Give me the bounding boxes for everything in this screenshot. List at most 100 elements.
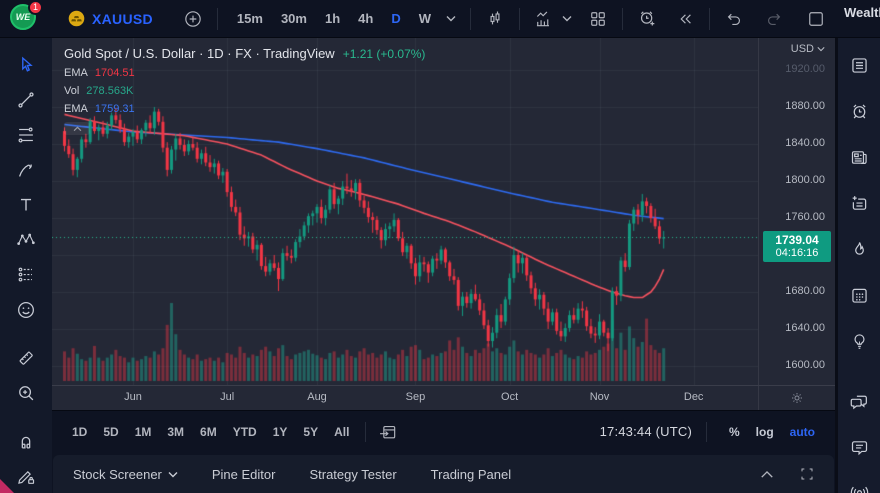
- currency-selector[interactable]: USD: [791, 43, 825, 55]
- scales-settings-button[interactable]: [758, 386, 835, 410]
- log-scale-button[interactable]: log: [748, 421, 782, 443]
- lightbulb-icon: [849, 331, 870, 352]
- watchlist-button[interactable]: [842, 48, 876, 82]
- volume-label[interactable]: Vol: [64, 85, 79, 97]
- stock-screener-tab[interactable]: Stock Screener: [73, 467, 178, 482]
- range-5d-button[interactable]: 5D: [95, 420, 126, 444]
- time-axis-month-label: Jul: [220, 391, 234, 403]
- price-tick-label: 1800.00: [785, 174, 825, 186]
- zoom-in-tool-button[interactable]: [8, 376, 44, 410]
- volume-legend-row[interactable]: Vol 278.563K: [64, 85, 425, 97]
- sun-icon: [789, 390, 805, 406]
- fullscreen-panel-button[interactable]: [794, 461, 820, 487]
- volume-value: 278.563K: [86, 85, 133, 97]
- bar-replay-button[interactable]: [671, 5, 699, 33]
- create-alert-button[interactable]: [633, 5, 661, 33]
- ideas-button[interactable]: [842, 324, 876, 358]
- range-1d-button[interactable]: 1D: [64, 420, 95, 444]
- interval-4h[interactable]: 4h: [351, 7, 380, 30]
- footer-panel: Stock Screener Pine Editor Strategy Test…: [53, 455, 834, 493]
- ema-fast-legend-row[interactable]: EMA 1704.51: [64, 67, 425, 79]
- range-ytd-button[interactable]: YTD: [225, 420, 265, 444]
- ema-fast-label[interactable]: EMA: [64, 67, 88, 79]
- utc-clock[interactable]: 17:43:44 (UTC): [600, 424, 692, 439]
- text-notes-button[interactable]: [842, 186, 876, 220]
- legend-collapse-button[interactable]: [64, 122, 90, 135]
- go-to-date-button[interactable]: [374, 418, 402, 446]
- chart-style-button[interactable]: [481, 5, 509, 33]
- price-axis[interactable]: USD 1739.04 04:16:16 1920.001880.001840.…: [758, 38, 835, 385]
- strategy-tester-tab[interactable]: Strategy Tester: [309, 467, 396, 482]
- undo-button[interactable]: [720, 5, 748, 33]
- multichart-layout-button[interactable]: [584, 5, 612, 33]
- range-all-button[interactable]: All: [326, 420, 357, 444]
- interval-15m[interactable]: 15m: [230, 7, 270, 30]
- price-tick-label: 1880.00: [785, 100, 825, 112]
- interval-menu-button[interactable]: [442, 5, 460, 33]
- interval-1d[interactable]: D: [384, 7, 407, 30]
- hotlists-button[interactable]: [842, 232, 876, 266]
- layout-select-button[interactable]: [802, 5, 830, 33]
- magnet-mode-button[interactable]: [8, 424, 44, 458]
- streams-button[interactable]: [842, 476, 876, 493]
- forecast-tool-button[interactable]: [8, 258, 44, 292]
- pine-editor-tab[interactable]: Pine Editor: [212, 467, 276, 482]
- indicator-templates-button[interactable]: [558, 5, 576, 33]
- chevron-down-icon: [817, 46, 825, 52]
- trading-platform: WE 1 XAUUSD 15m 30m 1h 4h D W: [0, 0, 880, 493]
- xabcd-pattern-icon: [15, 229, 37, 251]
- range-3m-button[interactable]: 3M: [159, 420, 192, 444]
- footer-area: Stock Screener Pine Editor Strategy Test…: [52, 452, 835, 493]
- chart-legend: Gold Spot / U.S. Dollar · 1D · FX · Trad…: [64, 46, 425, 135]
- expand-panel-button[interactable]: [754, 461, 780, 487]
- user-menu-button[interactable]: WE 1: [10, 4, 40, 34]
- news-button[interactable]: [842, 140, 876, 174]
- interval-30m[interactable]: 30m: [274, 7, 314, 30]
- range-5y-button[interactable]: 5Y: [295, 420, 326, 444]
- notification-badge: 1: [28, 0, 43, 15]
- auto-scale-button[interactable]: auto: [782, 421, 823, 443]
- compare-add-symbol-button[interactable]: [179, 5, 207, 33]
- time-axis-month-label: Sep: [406, 391, 426, 403]
- symbol-legend-row[interactable]: Gold Spot / U.S. Dollar · 1D · FX · Trad…: [64, 46, 425, 61]
- text-tool-button[interactable]: [8, 188, 44, 222]
- trend-line-tool-button[interactable]: [8, 83, 44, 117]
- interval-1w[interactable]: W: [412, 7, 438, 30]
- measure-tool-button[interactable]: [8, 341, 44, 375]
- fib-retracement-tool-button[interactable]: [8, 118, 44, 152]
- legend-symbol-title[interactable]: Gold Spot / U.S. Dollar · 1D · FX · Trad…: [64, 46, 335, 61]
- cursor-icon: [15, 54, 37, 76]
- symbol-search-button[interactable]: XAUUSD: [68, 10, 153, 27]
- interval-1h[interactable]: 1h: [318, 7, 347, 30]
- cursor-tool-button[interactable]: [8, 48, 44, 82]
- range-1y-button[interactable]: 1Y: [265, 420, 296, 444]
- dialogs-button[interactable]: [842, 430, 876, 464]
- interval-buttons: 15m 30m 1h 4h D W: [230, 5, 460, 33]
- time-axis-labels[interactable]: JunJulAugSepOctNovDec: [52, 386, 758, 410]
- ema-slow-label[interactable]: EMA: [64, 103, 88, 115]
- magnet-icon: [15, 430, 37, 452]
- chats-button[interactable]: [842, 384, 876, 418]
- trading-panel-tab[interactable]: Trading Panel: [431, 467, 511, 482]
- time-axis[interactable]: JunJulAugSepOctNovDec: [52, 385, 835, 410]
- ema-slow-legend-row[interactable]: EMA 1759.31: [64, 103, 425, 115]
- layout-title[interactable]: Wealthy Educ...: [844, 6, 880, 20]
- pattern-tool-button[interactable]: [8, 223, 44, 257]
- chart-canvas-area[interactable]: Gold Spot / U.S. Dollar · 1D · FX · Trad…: [52, 38, 758, 385]
- fib-retracement-icon: [15, 124, 37, 146]
- brush-tool-button[interactable]: [8, 153, 44, 187]
- symbol-name[interactable]: XAUUSD: [92, 11, 153, 27]
- indicators-button[interactable]: [530, 5, 558, 33]
- percent-scale-button[interactable]: %: [721, 421, 748, 443]
- range-1m-button[interactable]: 1M: [127, 420, 160, 444]
- last-price-badge[interactable]: 1739.04 04:16:16: [763, 231, 831, 262]
- go-to-date-icon: [378, 422, 398, 442]
- alerts-button[interactable]: [842, 94, 876, 128]
- text-notes-plus-icon: [849, 193, 870, 214]
- emoji-tool-button[interactable]: [8, 293, 44, 327]
- layout-title-block[interactable]: Wealthy Educ... Save: [844, 6, 880, 31]
- stock-screener-label: Stock Screener: [73, 467, 162, 482]
- range-6m-button[interactable]: 6M: [192, 420, 225, 444]
- redo-button[interactable]: [760, 5, 788, 33]
- calendar-button[interactable]: [842, 278, 876, 312]
